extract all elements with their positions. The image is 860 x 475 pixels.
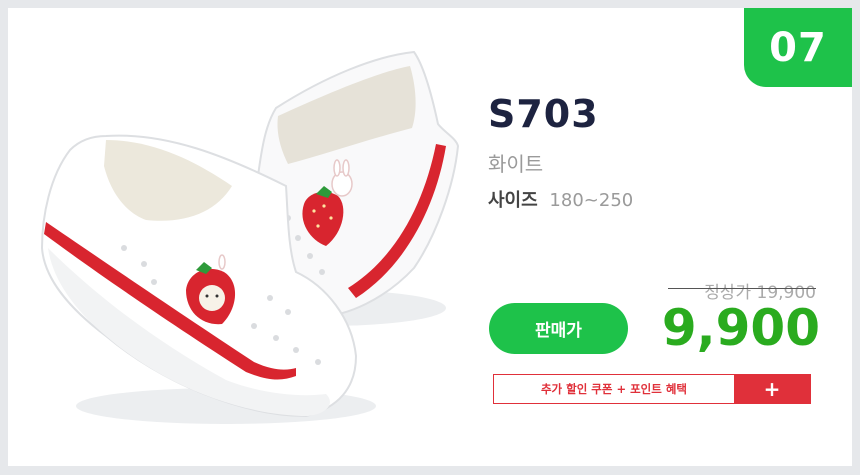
size-row: 사이즈 180~250 <box>488 186 633 212</box>
product-card: 07 S703 화이트 사이즈 180~250 정상가 19,900 판매가 9… <box>8 8 852 466</box>
product-model: S703 <box>488 92 599 136</box>
item-number-badge: 07 <box>744 8 852 87</box>
regular-price: 정상가 19,900 <box>704 283 816 303</box>
product-color: 화이트 <box>488 152 544 176</box>
plus-icon[interactable]: + <box>734 375 810 403</box>
strikethrough-line <box>668 288 816 289</box>
sale-price: 9,900 <box>661 299 820 357</box>
size-label: 사이즈 <box>488 190 538 211</box>
sale-price-button[interactable]: 판매가 <box>489 303 628 354</box>
size-value: 180~250 <box>549 190 634 211</box>
coupon-banner[interactable]: 추가 할인 쿠폰 + 포인트 혜택 + <box>493 374 811 404</box>
product-image <box>40 50 460 424</box>
coupon-text: 추가 할인 쿠폰 + 포인트 혜택 <box>540 382 688 396</box>
